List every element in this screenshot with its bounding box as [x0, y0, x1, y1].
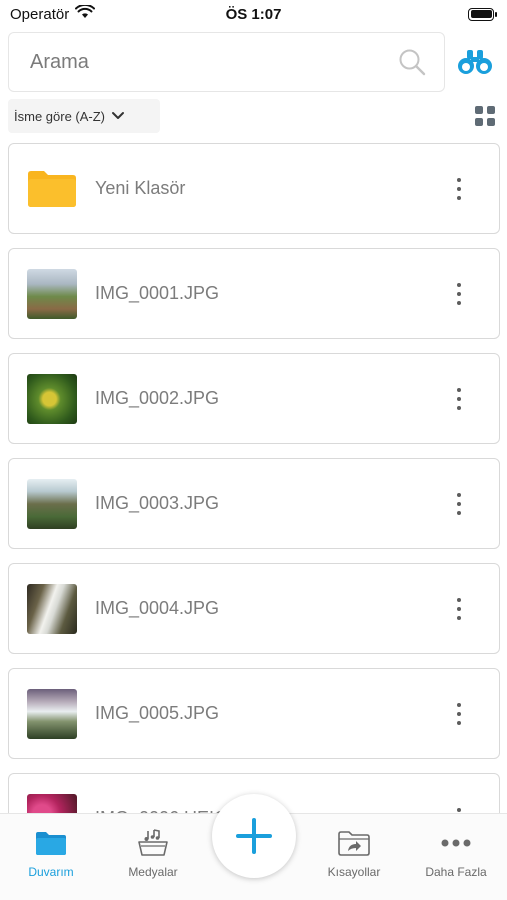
plus-icon — [236, 818, 272, 854]
clock: ÖS 1:07 — [225, 5, 282, 23]
folder-icon — [34, 828, 68, 858]
image-thumbnail — [27, 268, 77, 319]
list-item[interactable]: IMG_0002.JPG — [8, 353, 500, 444]
media-icon — [136, 828, 170, 858]
shortcut-folder-icon — [337, 828, 371, 858]
carrier-label: Operatör — [10, 5, 70, 23]
more-vertical-icon[interactable] — [451, 596, 467, 622]
list-item[interactable]: Yeni Klasör — [8, 143, 500, 234]
grid-view-icon[interactable] — [475, 106, 495, 126]
tab-label: Daha Fazla — [425, 865, 487, 879]
tab-duvarim[interactable]: Duvarım — [6, 828, 96, 888]
more-vertical-icon[interactable] — [451, 491, 467, 517]
file-list: Yeni Klasör IMG_0001.JPG IMG_0002.JPG IM… — [8, 143, 500, 878]
more-vertical-icon[interactable] — [451, 701, 467, 727]
status-bar: Operatör ÖS 1:07 — [0, 0, 507, 28]
tab-daha-fazla[interactable]: Daha Fazla — [411, 828, 501, 888]
add-button[interactable] — [212, 794, 296, 878]
image-thumbnail — [27, 583, 77, 634]
search-icon[interactable] — [398, 48, 426, 76]
list-item[interactable]: IMG_0005.JPG — [8, 668, 500, 759]
file-name: IMG_0005.JPG — [95, 703, 220, 723]
tab-kisayollar[interactable]: Kısayollar — [309, 828, 399, 888]
image-thumbnail — [27, 373, 77, 424]
tab-label: Kısayollar — [327, 865, 381, 879]
list-item[interactable]: IMG_0001.JPG — [8, 248, 500, 339]
wifi-icon — [75, 3, 96, 23]
file-name: Yeni Klasör — [95, 178, 186, 198]
chevron-down-icon — [111, 109, 125, 124]
list-item[interactable]: IMG_0004.JPG — [8, 563, 500, 654]
folder-icon — [27, 164, 77, 214]
list-item[interactable]: IMG_0003.JPG — [8, 458, 500, 549]
binoculars-icon[interactable] — [457, 46, 493, 78]
more-vertical-icon[interactable] — [451, 386, 467, 412]
file-name: IMG_0003.JPG — [95, 493, 220, 513]
more-vertical-icon[interactable] — [451, 176, 467, 202]
more-vertical-icon[interactable] — [451, 281, 467, 307]
file-name: IMG_0004.JPG — [95, 598, 220, 618]
file-name: IMG_0002.JPG — [95, 388, 220, 408]
battery-icon — [468, 7, 497, 21]
tab-label: Duvarım — [28, 865, 74, 879]
tab-label: Medyalar — [128, 865, 178, 879]
image-thumbnail — [27, 688, 77, 739]
sort-label: İsme göre (A-Z) — [14, 108, 106, 124]
search-bar — [8, 32, 445, 92]
more-horizontal-icon — [439, 828, 473, 858]
tab-medyalar[interactable]: Medyalar — [108, 828, 198, 888]
sort-dropdown[interactable]: İsme göre (A-Z) — [8, 99, 160, 133]
image-thumbnail — [27, 478, 77, 529]
file-name: IMG_0001.JPG — [95, 283, 220, 303]
search-input[interactable] — [30, 50, 398, 74]
status-left: Operatör — [10, 3, 96, 23]
